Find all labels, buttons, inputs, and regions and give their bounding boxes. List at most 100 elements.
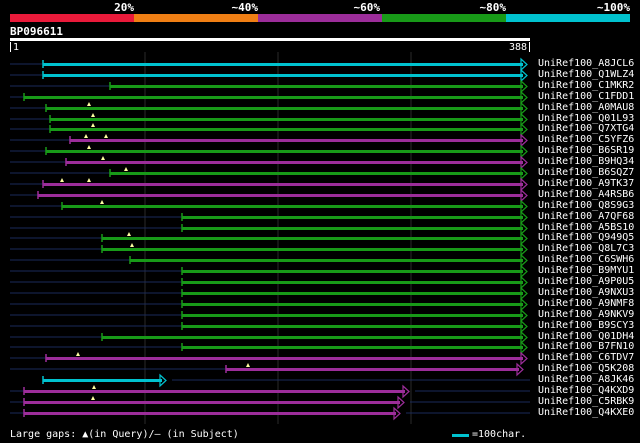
hit-row[interactable] bbox=[10, 253, 528, 268]
hit-row[interactable] bbox=[10, 68, 528, 83]
hit-label[interactable]: UniRef100_C5YFZ6 bbox=[538, 134, 634, 145]
alignment-bar bbox=[43, 183, 523, 186]
hit-row[interactable] bbox=[10, 275, 528, 290]
alignment-bar bbox=[182, 314, 523, 317]
hit-row[interactable] bbox=[10, 362, 524, 377]
query-gap-marker-icon bbox=[91, 123, 95, 127]
alignment-bar bbox=[70, 139, 523, 142]
alignment-bar bbox=[102, 248, 523, 251]
hit-row[interactable] bbox=[42, 373, 530, 388]
hit-row[interactable] bbox=[10, 155, 528, 170]
hit-label[interactable]: UniRef100_A9NKV9 bbox=[538, 309, 634, 320]
hit-label[interactable]: UniRef100_A7QF68 bbox=[538, 211, 634, 222]
hit-row[interactable] bbox=[10, 199, 528, 214]
gaps-legend: Large gaps: ▲(in Query)/— (in Subject) bbox=[10, 429, 239, 440]
alignment-bar bbox=[46, 107, 523, 110]
query-gap-marker-icon bbox=[246, 363, 250, 367]
alignment-bar bbox=[130, 259, 523, 262]
hit-label[interactable]: UniRef100_B9HQ34 bbox=[538, 156, 634, 167]
hit-label[interactable]: UniRef100_A0MAU8 bbox=[538, 102, 634, 113]
hit-row[interactable] bbox=[10, 177, 528, 192]
alignment-bar bbox=[66, 161, 523, 164]
hit-row[interactable] bbox=[10, 406, 530, 421]
hit-row[interactable] bbox=[10, 112, 528, 127]
hit-row[interactable] bbox=[10, 340, 528, 355]
hit-label[interactable]: UniRef100_B6SQZ7 bbox=[538, 167, 634, 178]
alignment-bar bbox=[24, 412, 396, 415]
query-gap-marker-icon bbox=[91, 113, 95, 117]
alignment-bar bbox=[102, 336, 523, 339]
query-gap-marker-icon bbox=[76, 352, 80, 356]
hit-row[interactable] bbox=[10, 319, 528, 334]
alignment-bar bbox=[182, 325, 523, 328]
hit-row[interactable] bbox=[10, 221, 528, 236]
hit-label[interactable]: UniRef100_B9SCY3 bbox=[538, 320, 634, 331]
alignment-bar bbox=[182, 270, 523, 273]
hit-row[interactable] bbox=[10, 286, 528, 301]
hit-label[interactable]: UniRef100_C6SWH6 bbox=[538, 254, 634, 265]
hit-label[interactable]: UniRef100_Q4KXD9 bbox=[538, 385, 634, 396]
hit-label[interactable]: UniRef100_B9MYU1 bbox=[538, 265, 634, 276]
hit-row[interactable] bbox=[10, 90, 528, 105]
hit-row[interactable] bbox=[10, 351, 528, 366]
alignment-bar bbox=[102, 237, 523, 240]
query-gap-marker-icon bbox=[91, 396, 95, 400]
alignment-bar bbox=[182, 281, 523, 284]
alignment-bar bbox=[43, 379, 162, 382]
hit-label[interactable]: UniRef100_Q8S9G3 bbox=[538, 200, 634, 211]
hit-label[interactable]: UniRef100_A4RSB6 bbox=[538, 189, 634, 200]
hit-row[interactable] bbox=[10, 242, 528, 257]
hit-row[interactable] bbox=[10, 297, 528, 312]
alignment-bar bbox=[110, 85, 523, 88]
query-gap-marker-icon bbox=[100, 200, 104, 204]
hit-label[interactable]: UniRef100_Q949Q5 bbox=[538, 232, 634, 243]
hit-label[interactable]: UniRef100_A9NXU3 bbox=[538, 287, 634, 298]
hit-label[interactable]: UniRef100_B7FN10 bbox=[538, 341, 634, 352]
hit-label[interactable]: UniRef100_A8JK46 bbox=[538, 374, 634, 385]
hit-row[interactable] bbox=[10, 308, 528, 323]
alignment-bar bbox=[46, 357, 523, 360]
hit-label[interactable]: UniRef100_C5RBK9 bbox=[538, 396, 634, 407]
hit-label[interactable]: UniRef100_A9TK37 bbox=[538, 178, 634, 189]
alignment-bar bbox=[226, 368, 519, 371]
alignment-bar bbox=[24, 401, 400, 404]
hit-row[interactable] bbox=[10, 231, 528, 246]
alignment-bar bbox=[110, 172, 523, 175]
hit-row[interactable] bbox=[10, 210, 528, 225]
hit-label[interactable]: UniRef100_A8JCL6 bbox=[538, 58, 634, 69]
hit-label[interactable]: UniRef100_A9P0U5 bbox=[538, 276, 634, 287]
alignment-bar bbox=[24, 390, 405, 393]
hit-label[interactable]: UniRef100_B6SR19 bbox=[538, 145, 634, 156]
hit-label[interactable]: UniRef100_C1MKR2 bbox=[538, 80, 634, 91]
query-gap-marker-icon bbox=[130, 243, 134, 247]
hit-row[interactable] bbox=[10, 166, 528, 181]
hit-label[interactable]: UniRef100_Q5K208 bbox=[538, 363, 634, 374]
hit-row[interactable] bbox=[10, 188, 528, 203]
hit-row[interactable] bbox=[10, 122, 528, 137]
query-gap-marker-icon bbox=[92, 385, 96, 389]
hit-row[interactable] bbox=[10, 133, 528, 148]
alignment-bar bbox=[182, 216, 523, 219]
hit-label[interactable]: UniRef100_Q1WLZ4 bbox=[538, 69, 634, 80]
hit-row[interactable] bbox=[10, 79, 528, 94]
hit-row[interactable] bbox=[10, 384, 530, 399]
hit-row[interactable] bbox=[10, 144, 528, 159]
hit-row[interactable] bbox=[10, 264, 528, 279]
hit-label[interactable]: UniRef100_Q7XTG4 bbox=[538, 123, 634, 134]
hit-label[interactable]: UniRef100_C6TDV7 bbox=[538, 352, 634, 363]
scale-legend-text: =100char. bbox=[472, 429, 527, 440]
query-gap-marker-icon bbox=[87, 178, 91, 182]
hit-row[interactable] bbox=[10, 57, 528, 72]
hit-row[interactable] bbox=[10, 330, 528, 345]
hit-label[interactable]: UniRef100_Q8L7C3 bbox=[538, 243, 634, 254]
hit-row[interactable] bbox=[10, 101, 528, 116]
hit-label[interactable]: UniRef100_A9NMF8 bbox=[538, 298, 634, 309]
hit-label[interactable]: UniRef100_Q4KXE0 bbox=[538, 407, 634, 418]
hit-row[interactable] bbox=[10, 395, 530, 410]
query-gap-marker-icon bbox=[101, 156, 105, 160]
alignment-bar bbox=[182, 346, 523, 349]
alignment-bar bbox=[182, 292, 523, 295]
query-gap-marker-icon bbox=[60, 178, 64, 182]
query-gap-marker-icon bbox=[87, 102, 91, 106]
hit-label[interactable]: UniRef100_C1FDD1 bbox=[538, 91, 634, 102]
